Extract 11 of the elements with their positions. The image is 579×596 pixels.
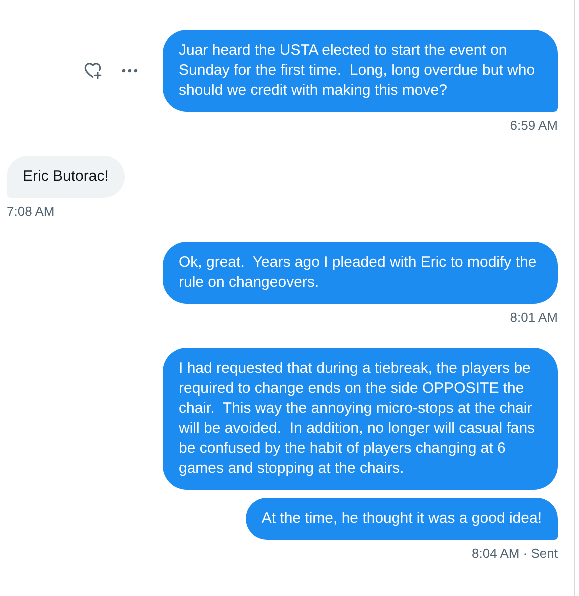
more-icon[interactable] (121, 68, 139, 74)
message-bubble: Juar heard the USTA elected to start the event on Sunday for the first time. Long, long overdue but who should we credit with making this move? (163, 30, 558, 112)
timestamp: 6:59 AM (510, 118, 558, 134)
message-bubble: I had requested that during a tiebreak, the players be required to change ends on the side OPPOSITE the chair. This way the annoying micro-stops at the chair will be avoided. In addition, no longer will casual fans be confused by the habit of players changing at 6 games and stopping at the chairs. (163, 348, 558, 490)
message-bubble: Eric Butorac! (7, 156, 125, 198)
timestamp: 7:08 AM (7, 204, 55, 220)
heart-plus-icon[interactable] (83, 61, 103, 81)
timestamp: 8:04 AM · Sent (472, 546, 558, 562)
message-bubble: At the time, he thought it was a good idea! (246, 498, 558, 540)
timestamp: 8:01 AM (510, 310, 558, 326)
message-bubble: Ok, great. Years ago I pleaded with Eric to modify the rule on changeovers. (163, 242, 558, 304)
